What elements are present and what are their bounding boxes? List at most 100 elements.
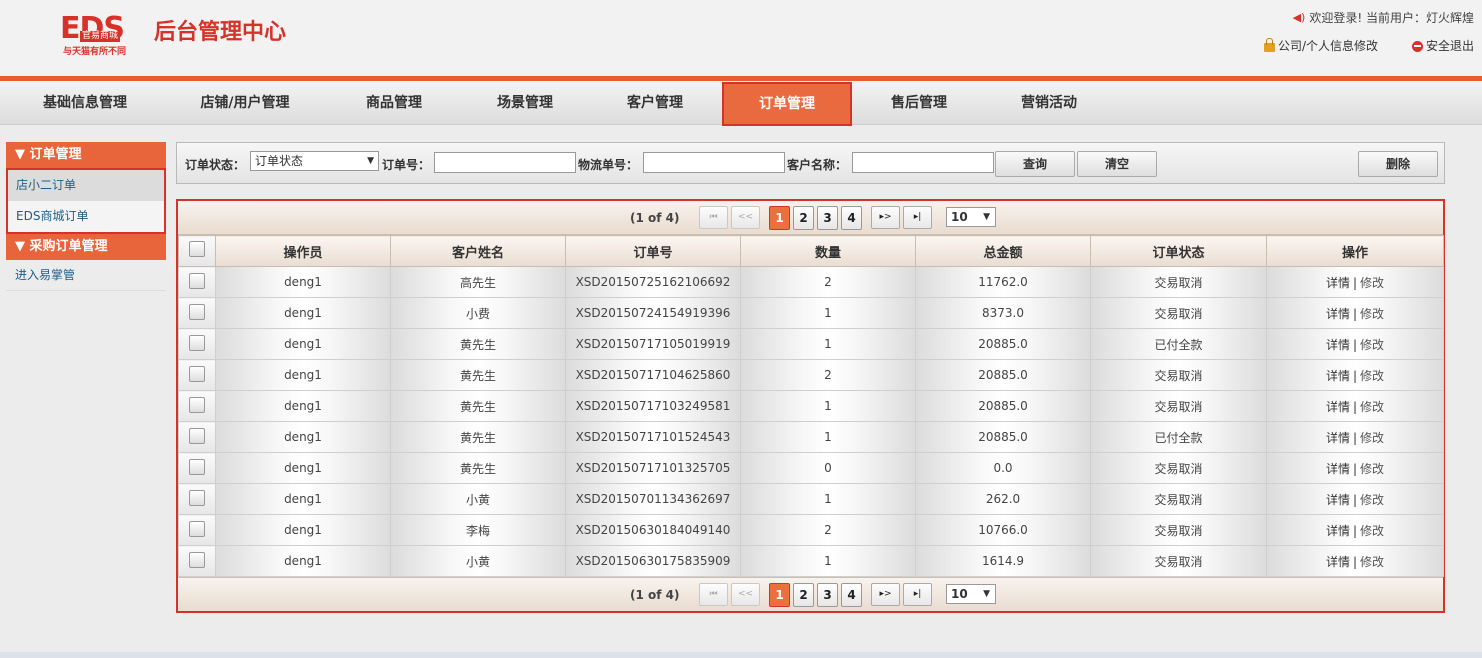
detail-link[interactable]: 详情 [1326,307,1350,321]
modify-link[interactable]: 修改 [1360,431,1384,445]
sidebar-group-orders[interactable]: ▼ 订单管理 [6,142,166,168]
clear-button[interactable]: 清空 [1077,151,1157,177]
detail-link[interactable]: 详情 [1326,276,1350,290]
prev-page-button[interactable]: << [731,583,760,606]
delete-button[interactable]: 删除 [1358,151,1438,177]
row-checkbox[interactable] [189,520,205,537]
order-no-cell: XSD20150717104625860 [565,359,741,391]
row-select-cell [178,421,216,453]
page-1-button[interactable]: 1 [769,583,790,607]
modify-link[interactable]: 修改 [1360,524,1384,538]
row-checkbox[interactable] [189,489,205,506]
modify-link[interactable]: 修改 [1360,400,1384,414]
page-2-button[interactable]: 2 [793,583,814,607]
column-header[interactable]: 数量 [740,235,916,267]
customer-input[interactable] [852,152,994,173]
page-4-button[interactable]: 4 [841,206,862,230]
detail-link[interactable]: 详情 [1326,369,1350,383]
detail-link[interactable]: 详情 [1326,462,1350,476]
table-row[interactable]: deng1 高先生 XSD20150725162106692 2 11762.0 交易取消… [178,266,1444,298]
table-row[interactable]: deng1 黄先生 XSD20150717105019919 1 20885.0 已付全款… [178,328,1444,360]
row-checkbox[interactable] [189,427,205,444]
last-page-button[interactable]: ▸| [903,206,932,229]
nav-item-scenes[interactable]: 场景管理 [462,81,588,125]
detail-link[interactable]: 详情 [1326,400,1350,414]
table-row[interactable]: deng1 小黄 XSD20150701134362697 1 262.0 交易取消 详情 |… [178,483,1444,515]
detail-link[interactable]: 详情 [1326,555,1350,569]
row-checkbox[interactable] [189,334,205,351]
column-header[interactable]: 客户姓名 [390,235,566,267]
nav-item-orders[interactable]: 订单管理 [722,82,852,126]
sidebar-item-xiaoer-orders[interactable]: 店小二订单 [8,170,164,201]
total-cell: 11762.0 [915,266,1091,298]
page-3-button[interactable]: 3 [817,206,838,230]
table-row[interactable]: deng1 黄先生 XSD20150717104625860 2 20885.0 交易取消… [178,359,1444,391]
modify-link[interactable]: 修改 [1360,369,1384,383]
logout-link[interactable]: 安全退出 [1411,38,1474,54]
nav-item-products[interactable]: 商品管理 [330,81,458,125]
modify-link[interactable]: 修改 [1360,493,1384,507]
modify-link[interactable]: 修改 [1360,338,1384,352]
column-header[interactable]: 操作员 [215,235,391,267]
logo[interactable]: EDS 官易商城 与天猫有所不同 后台管理中心 [60,12,300,60]
nav-item-basic-info[interactable]: 基础信息管理 [20,81,150,125]
page-1-button[interactable]: 1 [769,206,790,230]
next-page-button[interactable]: ▸> [871,206,900,229]
profile-link[interactable]: 公司/个人信息修改 [1263,38,1378,54]
sidebar-item-eds-orders[interactable]: EDS商城订单 [8,201,164,232]
page-2-button[interactable]: 2 [793,206,814,230]
row-checkbox[interactable] [189,551,205,568]
page-size-select[interactable]: 10 ▼ [946,207,996,227]
order-no-input[interactable] [434,152,576,173]
customer-cell: 小费 [390,297,566,329]
detail-link[interactable]: 详情 [1326,524,1350,538]
sidebar-group-purchase[interactable]: ▼ 采购订单管理 [6,234,166,260]
nav-item-customers[interactable]: 客户管理 [592,81,718,125]
operator-cell: deng1 [215,545,391,577]
customer-cell: 李梅 [390,514,566,546]
first-page-button[interactable]: ⏮ [699,583,728,606]
table-row[interactable]: deng1 小费 XSD20150724154919396 1 8373.0 交易取消 详情… [178,297,1444,329]
row-checkbox[interactable] [189,396,205,413]
detail-link[interactable]: 详情 [1326,338,1350,352]
page-3-button[interactable]: 3 [817,583,838,607]
operator-cell: deng1 [215,421,391,453]
page-size-select[interactable]: 10 ▼ [946,584,996,604]
next-page-button[interactable]: ▸> [871,583,900,606]
page-4-button[interactable]: 4 [841,583,862,607]
modify-link[interactable]: 修改 [1360,462,1384,476]
action-separator: | [1352,492,1358,507]
column-header[interactable]: 订单状态 [1090,235,1267,267]
sidebar-item-yizhangguan[interactable]: 进入易掌管 [6,260,166,291]
first-page-button[interactable]: ⏮ [699,206,728,229]
nav-item-after-sales[interactable]: 售后管理 [856,81,982,125]
detail-link[interactable]: 详情 [1326,431,1350,445]
table-row[interactable]: deng1 黄先生 XSD20150717101524543 1 20885.0 已付全款… [178,421,1444,453]
nav-item-store-user[interactable]: 店铺/用户管理 [180,81,310,125]
order-no-label: 订单号： [382,158,431,172]
row-checkbox[interactable] [189,365,205,382]
status-cell: 交易取消 [1090,452,1267,484]
table-row[interactable]: deng1 黄先生 XSD20150717101325705 0 0.0 交易取消 详情 | 修… [178,452,1444,484]
status-select[interactable]: 订单状态 ▼ [250,151,379,171]
column-header[interactable]: 总金额 [915,235,1091,267]
modify-link[interactable]: 修改 [1360,276,1384,290]
logistics-input[interactable] [643,152,785,173]
table-row[interactable]: deng1 李梅 XSD20150630184049140 2 10766.0 交易取消详… [178,514,1444,546]
row-checkbox[interactable] [189,272,205,289]
prev-page-button[interactable]: << [731,206,760,229]
table-row[interactable]: deng1 黄先生 XSD20150717103249581 1 20885.0 交易取消… [178,390,1444,422]
last-page-button[interactable]: ▸| [903,583,932,606]
operator-cell: deng1 [215,266,391,298]
nav-item-marketing[interactable]: 营销活动 [986,81,1112,125]
row-checkbox[interactable] [189,303,205,320]
row-checkbox[interactable] [189,458,205,475]
detail-link[interactable]: 详情 [1326,493,1350,507]
select-all-checkbox[interactable] [189,241,205,257]
order-no-cell: XSD20150717105019919 [565,328,741,360]
column-header[interactable]: 订单号 [565,235,741,267]
modify-link[interactable]: 修改 [1360,555,1384,569]
query-button[interactable]: 查询 [995,151,1075,177]
table-row[interactable]: deng1 小黄 XSD20150630175835909 1 1614.9 交易取消 详情… [178,545,1444,577]
modify-link[interactable]: 修改 [1360,307,1384,321]
